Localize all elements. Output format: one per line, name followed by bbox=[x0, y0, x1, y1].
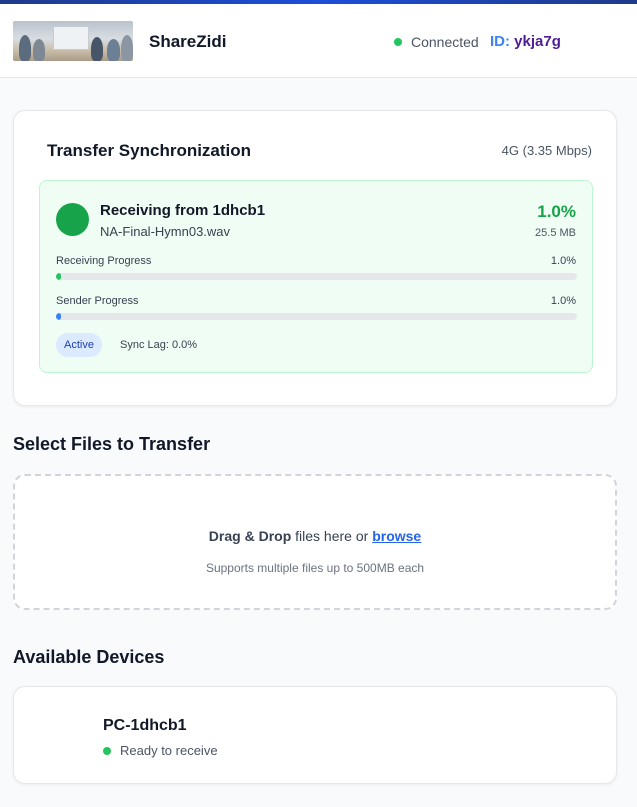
transfer-status-icon bbox=[56, 203, 89, 236]
peer-id-label: ID: bbox=[490, 33, 510, 50]
peer-id: ID: ykja7g bbox=[490, 33, 561, 50]
receiving-progress-bar bbox=[56, 273, 577, 280]
device-status: Ready to receive bbox=[103, 743, 218, 758]
sender-progress-bar bbox=[56, 313, 577, 320]
header-photo bbox=[13, 21, 133, 61]
drop-hint: Supports multiple files up to 500MB each bbox=[205, 561, 425, 575]
sender-progress-value: 1.0% bbox=[550, 295, 576, 307]
device-name: PC-1dhcb1 bbox=[103, 717, 187, 734]
connection-status-text: Connected bbox=[411, 34, 479, 50]
receiving-progress-fill bbox=[56, 273, 62, 280]
app-header: ShareZidi Connected ID: ykja7g bbox=[0, 4, 637, 78]
transfer-sync-card: Transfer Synchronization 4G (3.35 Mbps) … bbox=[13, 110, 617, 406]
drop-bold-text: Drag & Drop bbox=[208, 528, 292, 544]
browse-link[interactable]: browse bbox=[372, 528, 421, 544]
drop-text: files here or bbox=[291, 528, 373, 544]
receiving-progress-label: Receiving Progress bbox=[56, 255, 152, 267]
sync-lag: Sync Lag: 0.0% bbox=[120, 339, 198, 351]
transfer-size: 25.5 MB bbox=[535, 227, 576, 239]
network-speed: 4G (3.35 Mbps) bbox=[501, 143, 592, 158]
status-dot-icon bbox=[394, 38, 402, 46]
device-card[interactable]: PC-1dhcb1 Ready to receive bbox=[13, 686, 617, 784]
app-name: ShareZidi bbox=[149, 32, 227, 51]
card-title: Transfer Synchronization bbox=[47, 141, 252, 160]
receiving-progress-value: 1.0% bbox=[550, 255, 576, 267]
transfer-source: Receiving from 1dhcb1 bbox=[100, 202, 266, 219]
select-files-title: Select Files to Transfer bbox=[13, 434, 211, 454]
device-status-text: Ready to receive bbox=[120, 743, 218, 758]
file-drop-zone[interactable]: Drag & Drop files here or browse Support… bbox=[13, 474, 617, 610]
device-status-dot-icon bbox=[103, 746, 111, 755]
transfer-percent: 1.0% bbox=[537, 202, 576, 221]
connection-status: Connected bbox=[394, 34, 479, 50]
status-badge: Active bbox=[56, 333, 102, 357]
peer-id-value: ykja7g bbox=[514, 33, 561, 50]
drop-instructions: Drag & Drop files here or browse bbox=[15, 528, 615, 544]
sender-progress-label: Sender Progress bbox=[56, 295, 139, 307]
transfer-file-name: NA-Final-Hymn03.wav bbox=[100, 224, 231, 239]
sender-progress-fill bbox=[56, 313, 62, 320]
available-devices-title: Available Devices bbox=[13, 647, 165, 667]
active-transfer: Receiving from 1dhcb1 NA-Final-Hymn03.wa… bbox=[39, 180, 593, 373]
